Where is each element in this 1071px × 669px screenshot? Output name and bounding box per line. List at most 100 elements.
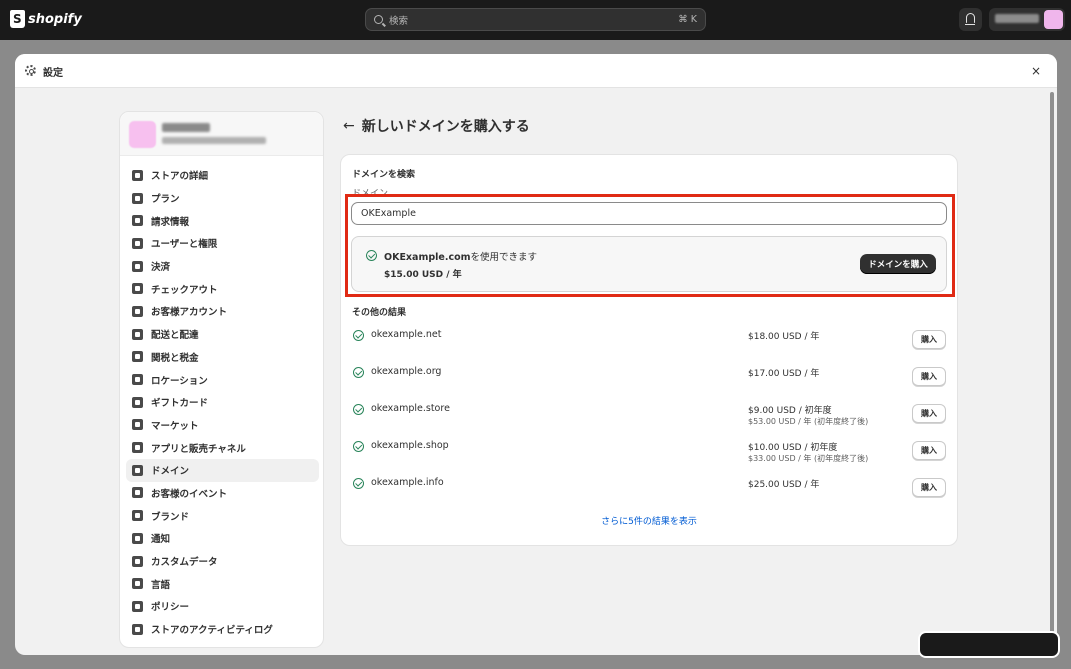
buy-button[interactable]: 購入	[912, 330, 946, 349]
store-switcher[interactable]	[120, 112, 323, 156]
sidebar-item-label: ストアの詳細	[151, 171, 209, 183]
sidebar-item[interactable]: マーケット	[126, 414, 319, 437]
plan-icon	[132, 192, 143, 204]
sidebar-item-label: ブランド	[151, 511, 190, 523]
bell-icon	[965, 13, 975, 25]
activity-log-icon	[132, 623, 143, 635]
check-circle-icon	[353, 367, 364, 378]
sidebar-item[interactable]: お客様のイベント	[126, 482, 319, 505]
sidebar-nav: ストアの詳細 プラン請求情報ユーザーと権限 決済チェックアウトお客様アカウント 配送と…	[126, 164, 319, 640]
sidebar-item[interactable]: ポリシー	[126, 595, 319, 618]
result-row: okexample.info $25.00 USD / 年 購入	[352, 475, 948, 505]
buy-button[interactable]: 購入	[912, 404, 946, 423]
domain-input[interactable]	[351, 202, 947, 225]
domain-field-label: ドメイン	[352, 189, 389, 199]
page-title: 新しいドメインを購入する	[361, 119, 530, 135]
result-domain: okexample.store	[371, 403, 450, 414]
sidebar-item-label: マーケット	[151, 420, 199, 432]
brand-icon	[132, 510, 143, 522]
check-circle-icon	[353, 330, 364, 341]
sidebar-item-label: 関税と税金	[151, 352, 199, 364]
result-domain: okexample.net	[371, 329, 442, 340]
language-icon	[132, 578, 143, 590]
result-domain: okexample.info	[371, 477, 444, 488]
sidebar-item-label: プラン	[151, 194, 180, 206]
domain-search-card: ドメインを検索 ドメイン OKExample.comを使用できます $15.00…	[340, 154, 958, 546]
sidebar-item[interactable]: 決済	[126, 255, 319, 278]
sidebar-item-label: ユーザーと権限	[151, 239, 218, 251]
sidebar-item[interactable]: ストアの詳細	[126, 164, 319, 187]
store-avatar	[129, 121, 156, 148]
sidebar-item[interactable]: お客様アカウント	[126, 300, 319, 323]
page-header: ← 新しいドメインを購入する	[343, 116, 530, 136]
sidebar-item[interactable]: 言語	[126, 572, 319, 595]
payments-icon	[132, 260, 143, 272]
global-search[interactable]: 検索 ⌘ K	[365, 8, 706, 31]
store-email-redacted	[162, 137, 266, 144]
customer-account-icon	[132, 305, 143, 317]
location-icon	[132, 374, 143, 386]
shopify-logo[interactable]: shopify	[10, 10, 82, 28]
available-domain-price: $15.00 USD / 年	[384, 270, 462, 280]
sidebar-item[interactable]: ギフトカード	[126, 391, 319, 414]
sidebar-item-label: 言語	[151, 579, 171, 591]
result-row: okexample.store $9.00 USD / 初年度 $53.00 USD…	[352, 401, 948, 431]
sidebar-item[interactable]: 請求情報	[126, 209, 319, 232]
sidebar-item-label: 通知	[151, 534, 171, 546]
apps-icon	[132, 442, 143, 454]
sidebar-item[interactable]: 通知	[126, 527, 319, 550]
buy-domain-button[interactable]: ドメインを購入	[860, 254, 936, 274]
search-placeholder: 検索	[389, 15, 409, 27]
result-renewal-price: $33.00 USD / 年 (初年度終了後)	[748, 454, 869, 463]
result-row: okexample.net $18.00 USD / 年 購入	[352, 327, 948, 357]
buy-button[interactable]: 購入	[912, 367, 946, 386]
availability-suffix: を使用できます	[470, 252, 538, 263]
sidebar-item-label: カスタムデータ	[151, 557, 218, 569]
sidebar-item[interactable]: カスタムデータ	[126, 550, 319, 573]
sidebar-item[interactable]: ブランド	[126, 504, 319, 527]
buy-button[interactable]: 購入	[912, 478, 946, 497]
custom-data-icon	[132, 555, 143, 567]
sidebar-item[interactable]: ロケーション	[126, 368, 319, 391]
result-price: $18.00 USD / 年	[748, 332, 820, 342]
other-results-title: その他の結果	[352, 308, 407, 318]
scrollbar[interactable]	[1050, 92, 1054, 645]
settings-modal: 設定 × ストアの詳細 プラン請求情報ユーザーと権限 決済チェックアウトお客様アカウ…	[15, 54, 1057, 655]
result-row: okexample.org $17.00 USD / 年 購入	[352, 364, 948, 394]
sidebar-item[interactable]: プラン	[126, 187, 319, 210]
sidebar-item-label: ドメイン	[151, 466, 190, 478]
available-domain-name: OKExample.com	[384, 252, 471, 263]
result-domain: okexample.shop	[371, 440, 449, 451]
buy-button[interactable]: 購入	[912, 441, 946, 460]
sidebar-item-label: ポリシー	[151, 602, 190, 614]
floating-panel	[918, 631, 1060, 658]
result-price: $10.00 USD / 初年度	[748, 443, 838, 453]
avatar	[1044, 10, 1063, 29]
sidebar-item-label: 決済	[151, 262, 171, 274]
sidebar-item[interactable]: ストアのアクティビティログ	[126, 618, 319, 641]
result-renewal-price: $53.00 USD / 年 (初年度終了後)	[748, 417, 869, 426]
logo-text: shopify	[28, 11, 82, 27]
close-icon[interactable]: ×	[1031, 64, 1041, 78]
back-arrow-icon[interactable]: ←	[343, 118, 355, 134]
globe-icon	[132, 464, 143, 476]
sidebar-item[interactable]: 関税と税金	[126, 346, 319, 369]
sidebar-item[interactable]: ドメイン	[126, 458, 319, 482]
show-more-results-link[interactable]: さらに5件の結果を表示	[341, 514, 957, 527]
availability-text: OKExample.comを使用できます	[384, 249, 537, 263]
cart-icon	[132, 283, 143, 295]
sidebar-item-label: アプリと販売チャネル	[151, 443, 246, 455]
settings-sidebar: ストアの詳細 プラン請求情報ユーザーと権限 決済チェックアウトお客様アカウント 配送と…	[119, 111, 324, 648]
sidebar-item-label: お客様のイベント	[151, 488, 228, 500]
sidebar-item[interactable]: 配送と配達	[126, 323, 319, 346]
check-circle-icon	[353, 404, 364, 415]
notifications-button[interactable]	[959, 8, 982, 31]
account-menu[interactable]	[989, 8, 1065, 31]
sidebar-item[interactable]: チェックアウト	[126, 277, 319, 300]
sidebar-item-label: ギフトカード	[151, 398, 209, 410]
top-bar: shopify 検索 ⌘ K	[0, 0, 1071, 40]
sidebar-item[interactable]: ユーザーと権限	[126, 232, 319, 255]
sidebar-item-label: チェックアウト	[151, 284, 218, 296]
modal-header: 設定 ×	[15, 54, 1057, 88]
sidebar-item[interactable]: アプリと販売チャネル	[126, 436, 319, 459]
